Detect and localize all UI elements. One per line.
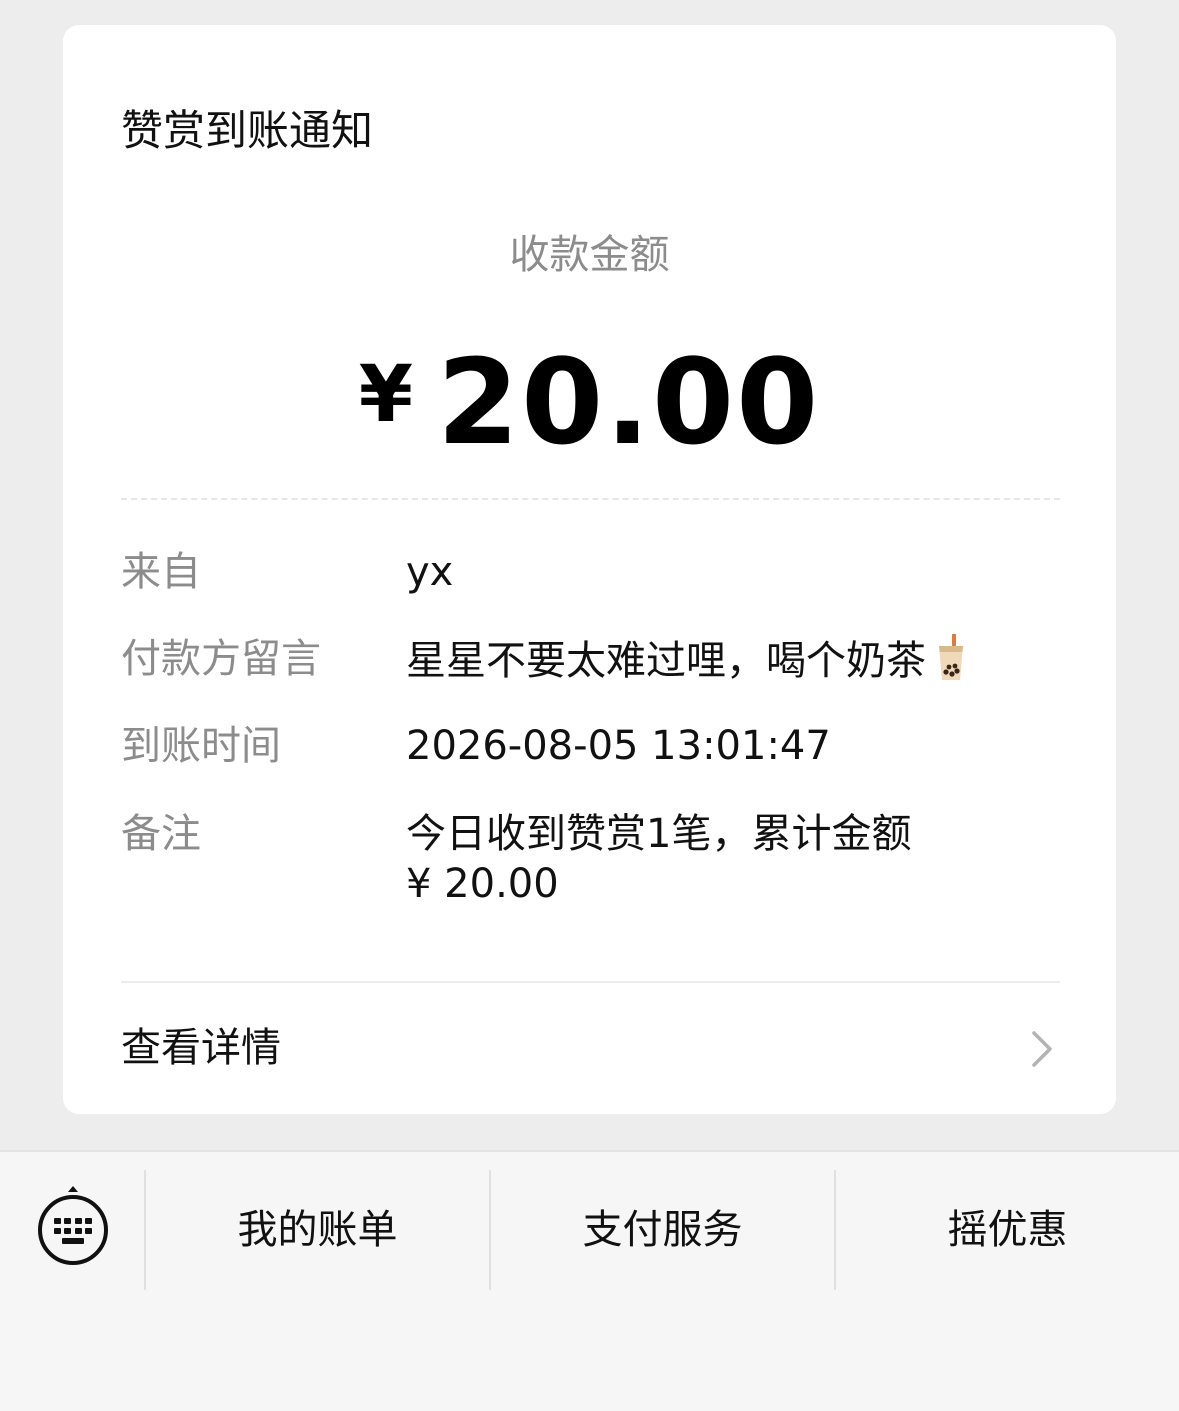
row-note-line-1: 今日收到赞赏1笔，累计金额 — [406, 811, 912, 857]
row-message-value-wrap: 星星不要太难过哩，喝个奶茶 — [406, 634, 986, 686]
bubble-tea-icon — [939, 634, 963, 680]
keyboard-toggle-icon[interactable] — [35, 1184, 111, 1272]
tab-payment-services[interactable]: 支付服务 — [489, 1170, 834, 1290]
row-from-value: yx — [406, 549, 454, 595]
row-message-value: 星星不要太难过哩，喝个奶茶 — [406, 638, 926, 684]
bottom-tab-bar: 我的账单 支付服务 摇优惠 — [0, 1150, 1179, 1411]
row-note-line-2: ¥ 20.00 — [406, 861, 559, 907]
row-time-value: 2026-08-05 13:01:47 — [406, 723, 831, 769]
chevron-right-icon — [1032, 1031, 1052, 1067]
view-details-link[interactable]: 查看详情 — [121, 1023, 1060, 1073]
row-note-value: 今日收到赞赏1笔，累计金额 ¥ 20.00 — [406, 809, 986, 909]
row-note-label: 备注 — [121, 811, 201, 857]
amount-value: 20.00 — [437, 333, 821, 471]
solid-divider — [121, 981, 1060, 983]
row-message-label: 付款方留言 — [121, 636, 321, 682]
tab-my-bills[interactable]: 我的账单 — [144, 1170, 489, 1290]
currency-symbol: ¥ — [358, 350, 416, 440]
row-time-label: 到账时间 — [121, 723, 281, 769]
tab-shake-deals[interactable]: 摇优惠 — [834, 1170, 1179, 1290]
amount-display: ¥20.00 — [63, 325, 1116, 472]
view-details-label: 查看详情 — [121, 1025, 281, 1071]
dashed-divider — [121, 498, 1060, 500]
card-title: 赞赏到账通知 — [121, 106, 374, 155]
notification-card: 赞赏到账通知 收款金额 ¥20.00 来自 yx 付款方留言 星星不要太难过哩，… — [63, 25, 1116, 1114]
amount-label: 收款金额 — [509, 232, 670, 278]
row-from-label: 来自 — [121, 549, 201, 595]
